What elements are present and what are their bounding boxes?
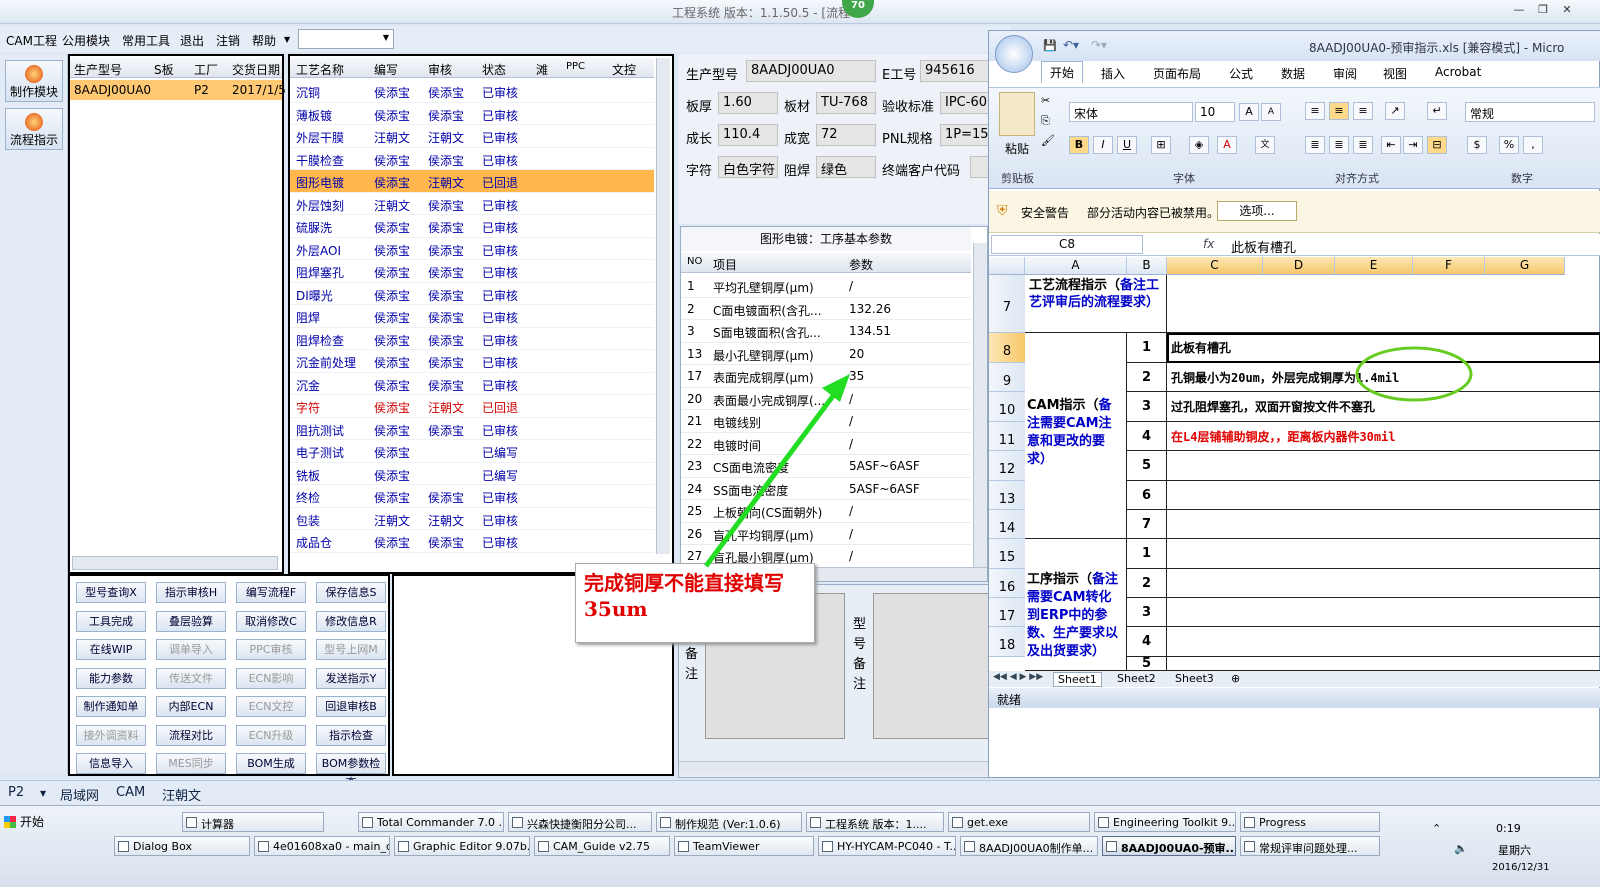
taskbar-item[interactable]: Dialog Box bbox=[114, 836, 250, 856]
taskbar-item[interactable]: TeamViewer bbox=[674, 836, 814, 856]
app-icon bbox=[538, 841, 549, 852]
annotation-overlay bbox=[703, 346, 1473, 568]
taskbar-item[interactable]: 常规评审问题处理... bbox=[1240, 836, 1380, 856]
taskbar-item[interactable]: Graphic Editor 9.07b... bbox=[394, 836, 530, 856]
taskbar-item[interactable]: 8AADJ00UA0-预审... bbox=[1102, 836, 1236, 856]
taskbar-item[interactable]: 工程系统 版本：1.... bbox=[806, 812, 944, 832]
taskbar-item[interactable]: 计算器 bbox=[182, 812, 324, 832]
taskbar-item[interactable]: HY-HYCAM-PC040 - T... bbox=[818, 836, 956, 856]
system-tray: 0:19 星期六 2016/12/31 ⌃ 🔈 bbox=[1424, 812, 1600, 882]
app-icon bbox=[118, 841, 129, 852]
annotation-circle bbox=[1355, 346, 1473, 402]
tab-user[interactable]: 汪朝文 bbox=[162, 785, 201, 804]
app-icon bbox=[362, 817, 373, 828]
app-icon bbox=[964, 841, 975, 852]
taskbar-item[interactable]: get.exe bbox=[948, 812, 1090, 832]
factory-select[interactable]: P2 bbox=[8, 785, 24, 800]
app-icon bbox=[186, 817, 197, 828]
app-icon bbox=[952, 817, 963, 828]
taskbar-item[interactable]: Engineering Toolkit 9.... bbox=[1094, 812, 1236, 832]
windows-logo-icon bbox=[4, 816, 16, 828]
taskbar-item[interactable]: 4e01608xa0 - main_qa bbox=[254, 836, 390, 856]
factory-dropdown-icon[interactable]: ▼ bbox=[40, 789, 46, 798]
app-icon bbox=[822, 841, 833, 852]
taskbar: 开始 计算器 Total Commander 7.0 ... 兴森快捷衡阳分公司..… bbox=[0, 805, 1600, 887]
app-icon bbox=[1106, 841, 1117, 852]
taskbar-item[interactable]: 制作规范 (Ver:1.0.6) bbox=[656, 812, 802, 832]
tab-cam[interactable]: CAM bbox=[116, 785, 145, 800]
taskbar-item[interactable]: Progress bbox=[1240, 812, 1380, 832]
bottom-status-tabs: P2 ▼ 局域网 CAM 汪朝文 bbox=[0, 780, 1600, 804]
app-icon bbox=[1244, 841, 1255, 852]
app-icon bbox=[1244, 817, 1255, 828]
taskbar-item[interactable]: Total Commander 7.0 ... bbox=[358, 812, 504, 832]
start-button[interactable]: 开始 bbox=[2, 812, 50, 832]
arrow-head-icon bbox=[822, 374, 850, 402]
app-icon bbox=[512, 817, 523, 828]
speaker-icon[interactable]: 🔈 bbox=[1454, 842, 1468, 855]
app-icon bbox=[1098, 817, 1109, 828]
taskbar-item[interactable]: CAM_Guide v2.75 bbox=[534, 836, 670, 856]
app-icon bbox=[678, 841, 689, 852]
clock-time: 0:19 bbox=[1496, 822, 1521, 835]
tab-lan[interactable]: 局域网 bbox=[60, 785, 99, 804]
clock-day: 星期六 bbox=[1498, 844, 1531, 857]
app-icon bbox=[398, 841, 409, 852]
tray-up-icon[interactable]: ⌃ bbox=[1432, 822, 1441, 835]
taskbar-item[interactable]: 8AADJ00UA0制作单... bbox=[960, 836, 1098, 856]
app-icon bbox=[258, 841, 269, 852]
app-icon bbox=[660, 817, 671, 828]
app-icon bbox=[810, 817, 821, 828]
taskbar-item[interactable]: 兴森快捷衡阳分公司... bbox=[508, 812, 652, 832]
annotation-arrow bbox=[703, 390, 839, 568]
clock-date: 2016/12/31 bbox=[1492, 862, 1550, 873]
